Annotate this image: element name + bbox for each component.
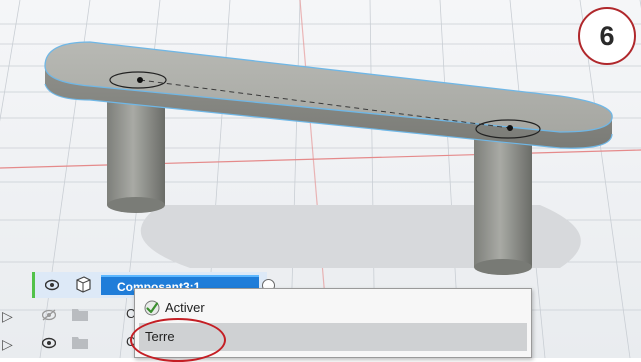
eye-icon[interactable] <box>42 337 56 349</box>
component-cube-icon <box>76 276 91 293</box>
highlight-ring-annotation <box>130 318 226 362</box>
folder-icon <box>72 309 88 321</box>
expand-chevron-icon[interactable]: ▷ <box>2 308 13 325</box>
folder-icon <box>72 337 88 349</box>
table-leg-right <box>474 132 532 275</box>
eye-hidden-icon[interactable] <box>42 309 56 321</box>
check-icon <box>144 300 160 316</box>
menu-item-activate[interactable]: Activer <box>139 294 527 322</box>
table-leg-left <box>107 90 165 213</box>
step-number-badge: 6 <box>578 7 636 65</box>
expand-chevron-icon[interactable]: ▷ <box>2 336 13 353</box>
eye-icon[interactable] <box>45 279 59 291</box>
